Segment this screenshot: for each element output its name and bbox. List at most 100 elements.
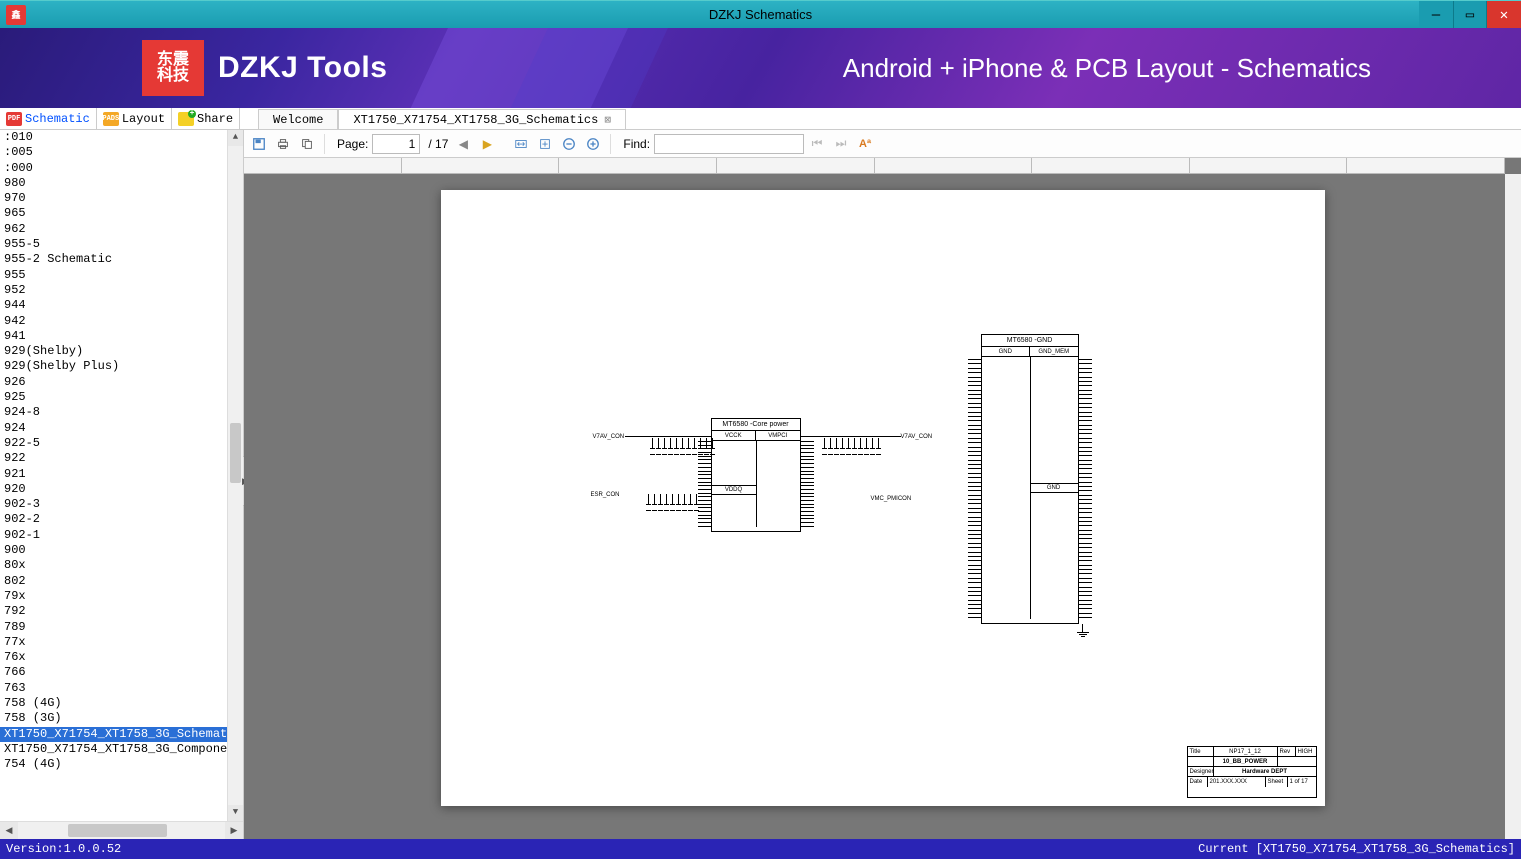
- list-item[interactable]: :000: [0, 161, 227, 176]
- viewer-vertical-scrollbar[interactable]: [1505, 174, 1521, 839]
- list-item[interactable]: 754 (4G): [0, 757, 227, 772]
- list-item[interactable]: 952: [0, 283, 227, 298]
- tab-schematic[interactable]: PDF Schematic: [0, 108, 97, 129]
- list-item[interactable]: 970: [0, 191, 227, 206]
- next-page-button[interactable]: ▶: [476, 133, 498, 155]
- scroll-thumb[interactable]: [230, 423, 241, 483]
- tab-layout[interactable]: PADS Layout: [97, 108, 172, 129]
- chip-right-title: MT6580 -GND: [982, 335, 1078, 347]
- list-item[interactable]: 924-8: [0, 405, 227, 420]
- list-item[interactable]: :010: [0, 130, 227, 145]
- list-item[interactable]: :005: [0, 145, 227, 160]
- list-item[interactable]: 922-5: [0, 436, 227, 451]
- list-item[interactable]: XT1750_X71754_XT1758_3G_Schematics: [0, 727, 227, 742]
- list-item[interactable]: 902-2: [0, 512, 227, 527]
- list-item[interactable]: 758 (3G): [0, 711, 227, 726]
- chip-left-title: MT6580 -Core power: [712, 419, 800, 431]
- viewer-toolbar: Page: / 17 ◀ ▶ Find: ⏮ ⏭ Aª: [244, 130, 1521, 158]
- list-item[interactable]: 980: [0, 176, 227, 191]
- capacitor-bank-b: [647, 494, 698, 520]
- doc-tab-label: XT1750_X71754_XT1758_3G_Schematics: [353, 113, 598, 127]
- hscroll-thumb[interactable]: [68, 824, 167, 837]
- list-item[interactable]: 802: [0, 574, 227, 589]
- fit-page-button[interactable]: [534, 133, 556, 155]
- list-item[interactable]: 758 (4G): [0, 696, 227, 711]
- list-item[interactable]: 902-1: [0, 528, 227, 543]
- mode-tabs: PDF Schematic PADS Layout Share WelcomeX…: [0, 108, 1521, 130]
- scroll-down-button[interactable]: ▼: [228, 805, 243, 821]
- chip-mt6580-gnd: MT6580 -GND GNDGND_MEM GND: [981, 334, 1079, 624]
- canvas[interactable]: MT6580 -Core power VCCKVMPCI VDDQ V7AV_C…: [244, 158, 1521, 839]
- list-item[interactable]: 76x: [0, 650, 227, 665]
- minimize-button[interactable]: —: [1419, 1, 1453, 28]
- scroll-right-button[interactable]: ▶: [225, 822, 243, 839]
- net-label-right-mid: VMC_PMICON: [871, 496, 912, 502]
- brand-text: DZKJ Tools: [218, 51, 387, 85]
- list-item[interactable]: 925: [0, 390, 227, 405]
- match-case-button[interactable]: Aª: [854, 133, 876, 155]
- list-item[interactable]: XT1750_X71754_XT1758_3G_Component_Loca: [0, 742, 227, 757]
- list-item[interactable]: 924: [0, 421, 227, 436]
- list-item[interactable]: 955-5: [0, 237, 227, 252]
- scroll-up-button[interactable]: ▲: [228, 130, 243, 146]
- chip-mt6580-core-power: MT6580 -Core power VCCKVMPCI VDDQ: [711, 418, 801, 532]
- window-title: DZKJ Schematics: [709, 7, 812, 22]
- list-item[interactable]: 763: [0, 681, 227, 696]
- list-item[interactable]: 926: [0, 375, 227, 390]
- doc-tab-0[interactable]: Welcome: [258, 109, 338, 129]
- copy-button[interactable]: [296, 133, 318, 155]
- list-item[interactable]: 789: [0, 620, 227, 635]
- tab-share[interactable]: Share: [172, 108, 240, 129]
- list-item[interactable]: 900: [0, 543, 227, 558]
- find-input[interactable]: [654, 134, 804, 154]
- list-item[interactable]: 944: [0, 298, 227, 313]
- list-item[interactable]: 929(Shelby Plus): [0, 359, 227, 374]
- fit-width-button[interactable]: [510, 133, 532, 155]
- page-input[interactable]: [372, 134, 420, 154]
- chip-left-sub1: VCCK: [712, 431, 757, 440]
- list-item[interactable]: 80x: [0, 558, 227, 573]
- list-item[interactable]: 955-2 Schematic: [0, 252, 227, 267]
- list-item[interactable]: 766: [0, 665, 227, 680]
- find-next-button[interactable]: ⏭: [830, 133, 852, 155]
- list-item[interactable]: 965: [0, 206, 227, 221]
- list-item[interactable]: 942: [0, 314, 227, 329]
- scroll-left-button[interactable]: ◀: [0, 822, 18, 839]
- prev-page-button[interactable]: ◀: [452, 133, 474, 155]
- current-file-label: Current [XT1750_X71754_XT1758_3G_Schemat…: [1198, 842, 1515, 856]
- find-prev-button[interactable]: ⏮: [806, 133, 828, 155]
- list-item[interactable]: 792: [0, 604, 227, 619]
- chip-right-mid: GND: [1030, 483, 1078, 493]
- maximize-button[interactable]: ▭: [1453, 1, 1487, 28]
- doc-tab-1[interactable]: XT1750_X71754_XT1758_3G_Schematics ⊠: [338, 109, 625, 129]
- page-label: Page:: [337, 137, 368, 151]
- sidebar-horizontal-scrollbar[interactable]: ◀ ▶: [0, 821, 243, 839]
- list-item[interactable]: 77x: [0, 635, 227, 650]
- list-item[interactable]: 955: [0, 268, 227, 283]
- list-item[interactable]: 922: [0, 451, 227, 466]
- banner-tagline: Android + iPhone & PCB Layout - Schemati…: [843, 53, 1371, 84]
- list-item[interactable]: 921: [0, 467, 227, 482]
- list-item[interactable]: 962: [0, 222, 227, 237]
- file-list: :010:005:000980970965962955-5955-2 Schem…: [0, 130, 243, 821]
- list-item[interactable]: 929(Shelby): [0, 344, 227, 359]
- list-item[interactable]: 902-3: [0, 497, 227, 512]
- find-label: Find:: [623, 137, 650, 151]
- save-button[interactable]: [248, 133, 270, 155]
- list-item[interactable]: 79x: [0, 589, 227, 604]
- close-tab-icon[interactable]: ⊠: [604, 113, 611, 127]
- app-icon: 鑫: [6, 5, 26, 25]
- tab-layout-label: Layout: [122, 112, 165, 126]
- sidebar-vertical-scrollbar[interactable]: ▲ ▼: [227, 130, 243, 821]
- print-button[interactable]: [272, 133, 294, 155]
- zoom-out-button[interactable]: [558, 133, 580, 155]
- list-item[interactable]: 920: [0, 482, 227, 497]
- tab-schematic-label: Schematic: [25, 112, 90, 126]
- capacitor-bank-c: [823, 438, 880, 464]
- pdf-icon: PDF: [6, 112, 22, 126]
- page-total: / 17: [428, 137, 448, 151]
- list-item[interactable]: 941: [0, 329, 227, 344]
- close-button[interactable]: ✕: [1487, 1, 1521, 28]
- zoom-in-button[interactable]: [582, 133, 604, 155]
- banner: 东震 科技 DZKJ Tools Android + iPhone & PCB …: [0, 28, 1521, 108]
